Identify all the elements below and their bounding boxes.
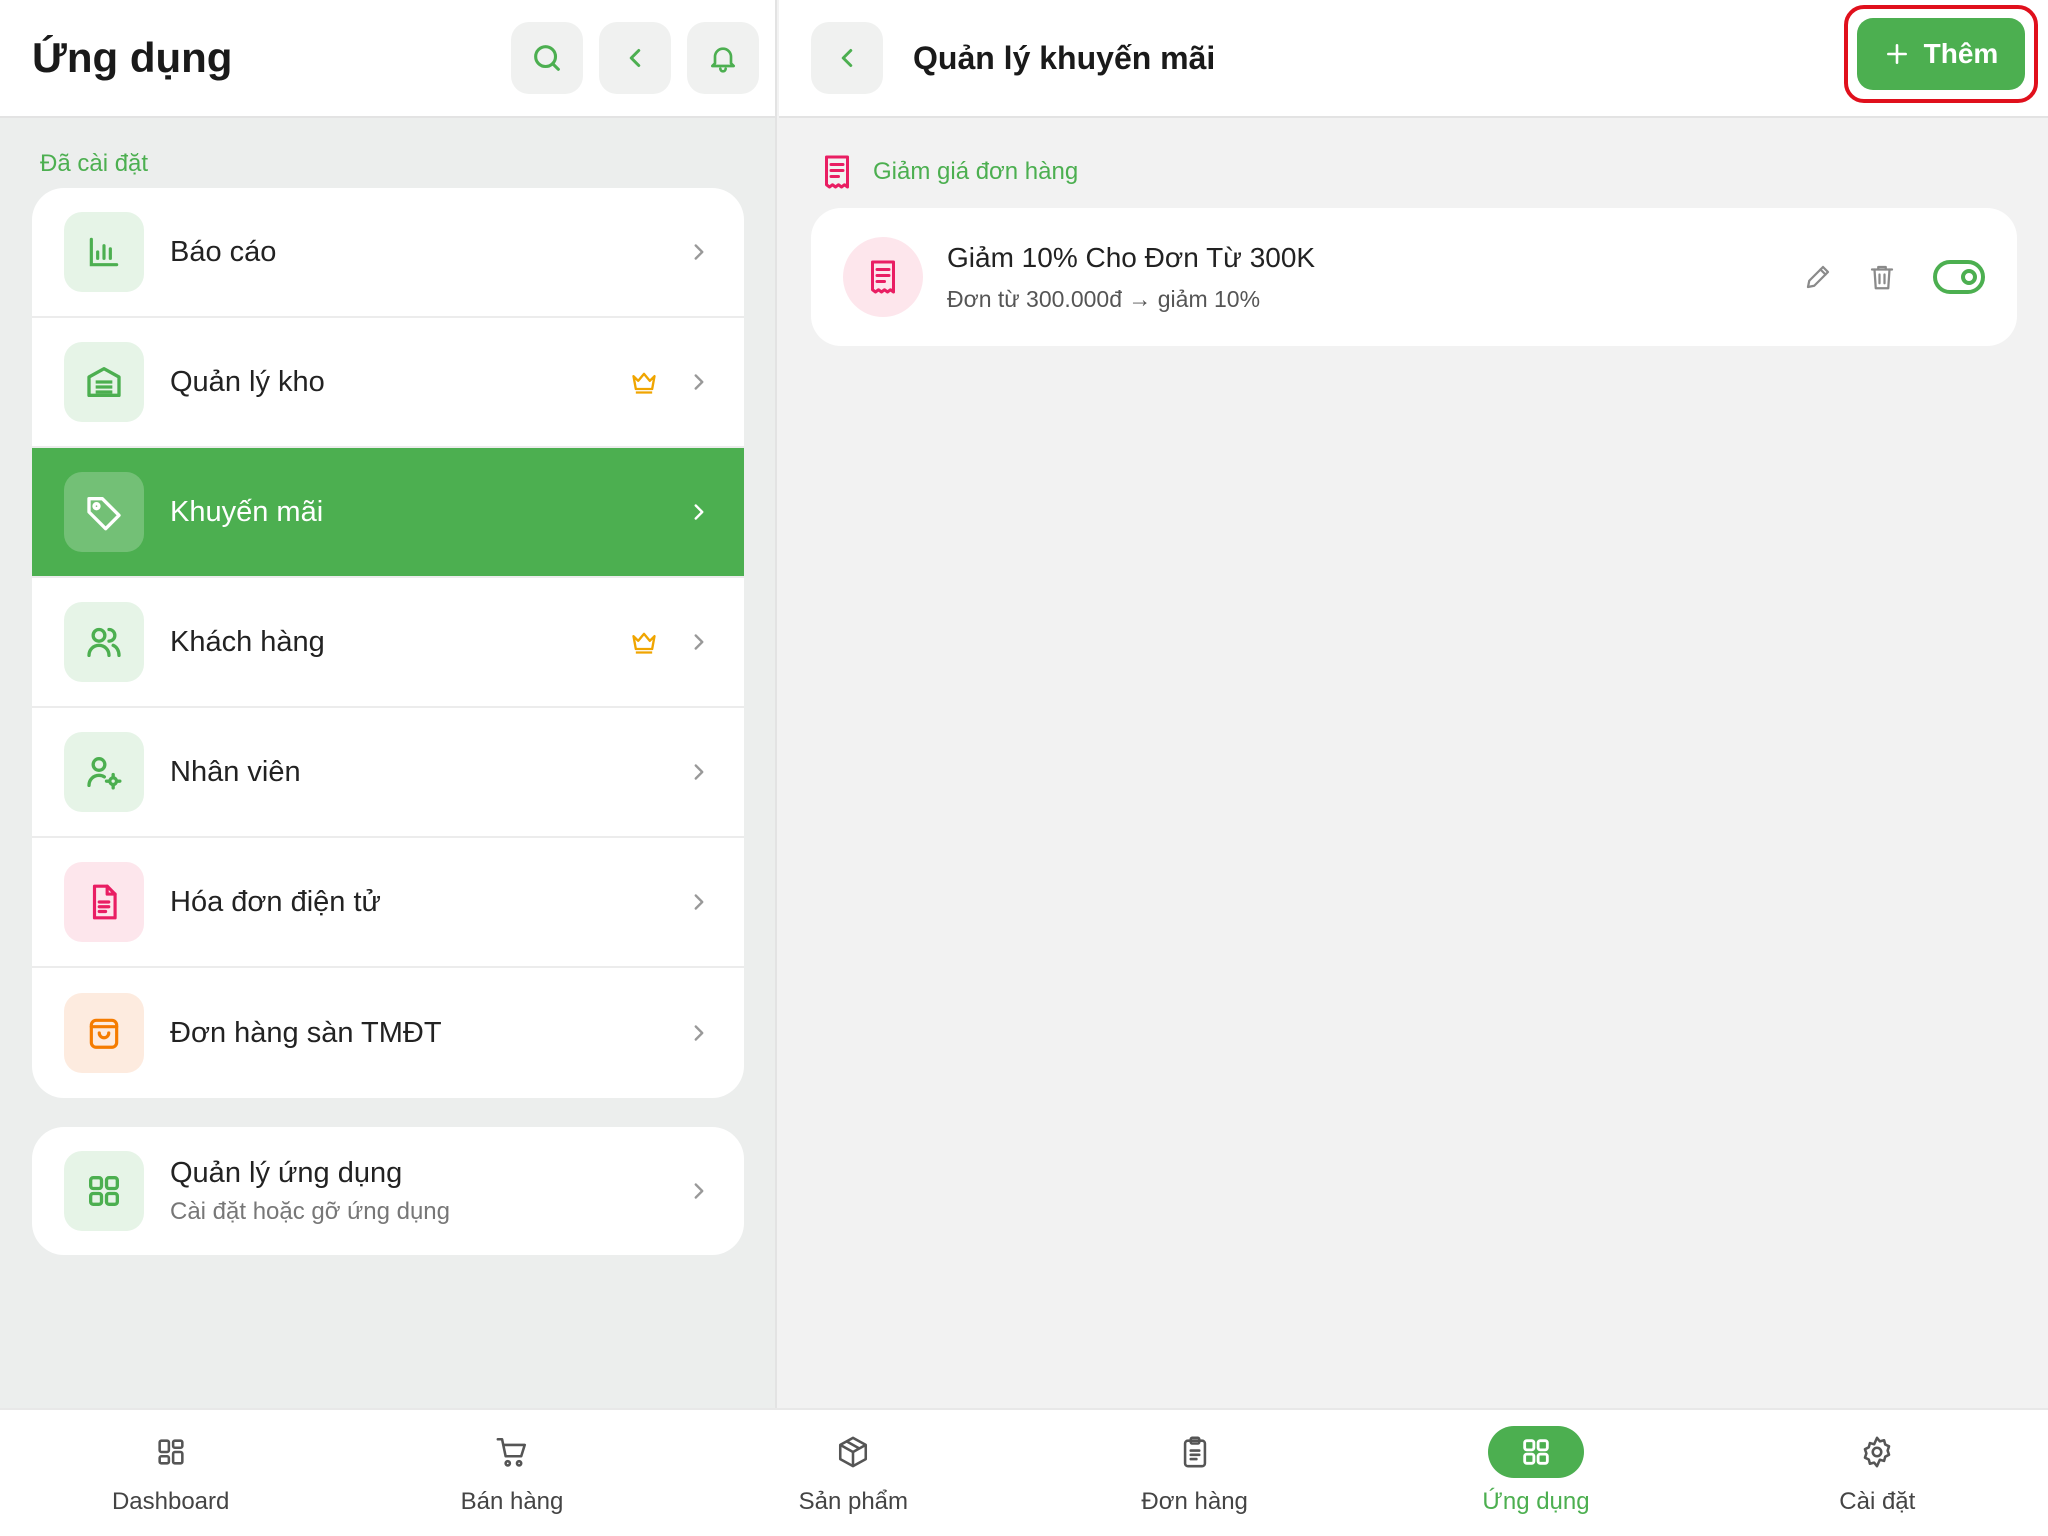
bell-icon: [711, 47, 735, 73]
menu-item-customers[interactable]: Khách hàng: [32, 578, 744, 708]
menu-item-staff[interactable]: Nhân viên: [32, 708, 744, 838]
apps-icon: [1523, 1439, 1549, 1465]
chevron-right-icon: [694, 244, 704, 260]
clipboard-icon: [1183, 1436, 1206, 1468]
edit-promotion-button[interactable]: [1803, 262, 1833, 292]
promotion-item[interactable]: Giảm 10% Cho Đơn Từ 300K Đơn từ 300.000đ…: [811, 208, 2017, 346]
chevron-left-icon: [841, 49, 853, 67]
nav-products[interactable]: Sản phẩm: [683, 1410, 1024, 1536]
add-button-label: Thêm: [1923, 38, 1999, 69]
plus-icon: [1886, 44, 1907, 64]
crown-icon: [632, 632, 656, 654]
user-cog-icon: [87, 757, 122, 790]
menu-item-reports[interactable]: Báo cáo: [32, 188, 744, 318]
tag-icon: [87, 497, 121, 531]
chevron-right-icon: [694, 1183, 704, 1199]
search-button[interactable]: [511, 22, 583, 94]
box-icon: [839, 1436, 868, 1468]
nav-label: Ứng dụng: [1482, 1488, 1590, 1515]
add-button-highlight: Thêm: [1844, 5, 2038, 103]
file-text-icon: [92, 884, 117, 920]
shopping-bag-icon: [89, 1018, 119, 1049]
add-promotion-button[interactable]: Thêm: [1857, 18, 2025, 90]
menu-item-label: Quản lý kho: [170, 365, 325, 398]
grid-icon: [89, 1176, 119, 1206]
menu-item-inventory[interactable]: Quản lý kho: [32, 318, 744, 448]
order-discount-section: Giảm giá đơn hàng: [819, 152, 2048, 192]
crown-icon: [632, 372, 656, 394]
nav-label: Sản phẩm: [798, 1488, 909, 1515]
delete-promotion-button[interactable]: [1867, 262, 1897, 292]
menu-item-label: Khuyến mãi: [170, 495, 324, 528]
nav-dashboard[interactable]: Dashboard: [0, 1410, 341, 1536]
page-title: Ứng dụng: [32, 34, 233, 81]
menu-item-label: Nhân viên: [170, 755, 301, 788]
trash-icon: [1870, 265, 1894, 290]
nav-label: Dashboard: [111, 1488, 230, 1515]
users-icon: [87, 627, 121, 657]
manage-apps-item[interactable]: Quản lý ứng dụng Cài đặt hoặc gỡ ứng dụn…: [32, 1127, 744, 1255]
pencil-icon: [1806, 265, 1830, 289]
nav-label: Đơn hàng: [1141, 1488, 1248, 1515]
back-button[interactable]: [599, 22, 671, 94]
section-label: Giảm giá đơn hàng: [873, 158, 1079, 185]
promotion-enabled-toggle[interactable]: [1933, 260, 1985, 294]
cart-icon: [496, 1437, 527, 1467]
menu-item-e-invoice[interactable]: Hóa đơn điện tử: [32, 838, 744, 968]
promotion-description: Đơn từ 300.000đ → giảm 10%: [947, 285, 1261, 312]
receipt-icon: [825, 155, 849, 189]
menu-item-label: Hóa đơn điện tử: [170, 885, 381, 918]
installed-apps-list: Báo cáo Quản lý kho Khuyến mãi Khách hàn: [32, 188, 744, 1098]
receipt-icon: [871, 260, 895, 294]
nav-label: Bán hàng: [460, 1488, 564, 1515]
bottom-navigation: Dashboard Bán hàng Sản phẩm Đơn hàng Ứng…: [0, 1408, 2048, 1536]
search-icon: [534, 45, 560, 71]
menu-item-label: Khách hàng: [170, 625, 325, 658]
nav-apps[interactable]: Ứng dụng: [1365, 1410, 1706, 1536]
menu-item-marketplace-orders[interactable]: Đơn hàng sàn TMĐT: [32, 968, 744, 1098]
menu-item-label: Đơn hàng sàn TMĐT: [170, 1016, 442, 1049]
gear-icon: [1863, 1436, 1891, 1468]
menu-item-promotions[interactable]: Khuyến mãi: [32, 448, 744, 578]
promotions-panel: Quản lý khuyến mãi Thêm Giảm giá đơn hàn…: [779, 0, 2048, 1408]
chevron-left-icon: [629, 49, 641, 67]
chevron-right-icon: [694, 504, 704, 520]
menu-item-label: Báo cáo: [170, 235, 277, 268]
notifications-button[interactable]: [687, 22, 759, 94]
nav-orders[interactable]: Đơn hàng: [1024, 1410, 1365, 1536]
apps-header: Ứng dụng: [0, 0, 775, 118]
apps-panel: Ứng dụng Đã cài đặt Báo cáo Quản lý kho: [0, 0, 777, 1408]
installed-section-label: Đã cài đặt: [40, 150, 149, 177]
nav-settings[interactable]: Cài đặt: [1707, 1410, 2048, 1536]
chevron-right-icon: [694, 764, 704, 780]
back-button[interactable]: [811, 22, 883, 94]
chevron-right-icon: [694, 894, 704, 910]
bar-chart-icon: [89, 237, 119, 267]
dashboard-icon: [158, 1439, 184, 1465]
manage-apps-title: Quản lý ứng dụng: [170, 1156, 403, 1189]
promotion-title: Giảm 10% Cho Đơn Từ 300K: [947, 241, 1316, 273]
chevron-right-icon: [694, 1025, 704, 1041]
chevron-right-icon: [694, 634, 704, 650]
manage-apps-subtitle: Cài đặt hoặc gỡ ứng dụng: [170, 1197, 450, 1225]
promotions-header: Quản lý khuyến mãi Thêm: [779, 0, 2048, 118]
chevron-right-icon: [694, 374, 704, 390]
warehouse-icon: [87, 367, 121, 397]
nav-label: Cài đặt: [1839, 1488, 1916, 1515]
nav-sales[interactable]: Bán hàng: [341, 1410, 682, 1536]
